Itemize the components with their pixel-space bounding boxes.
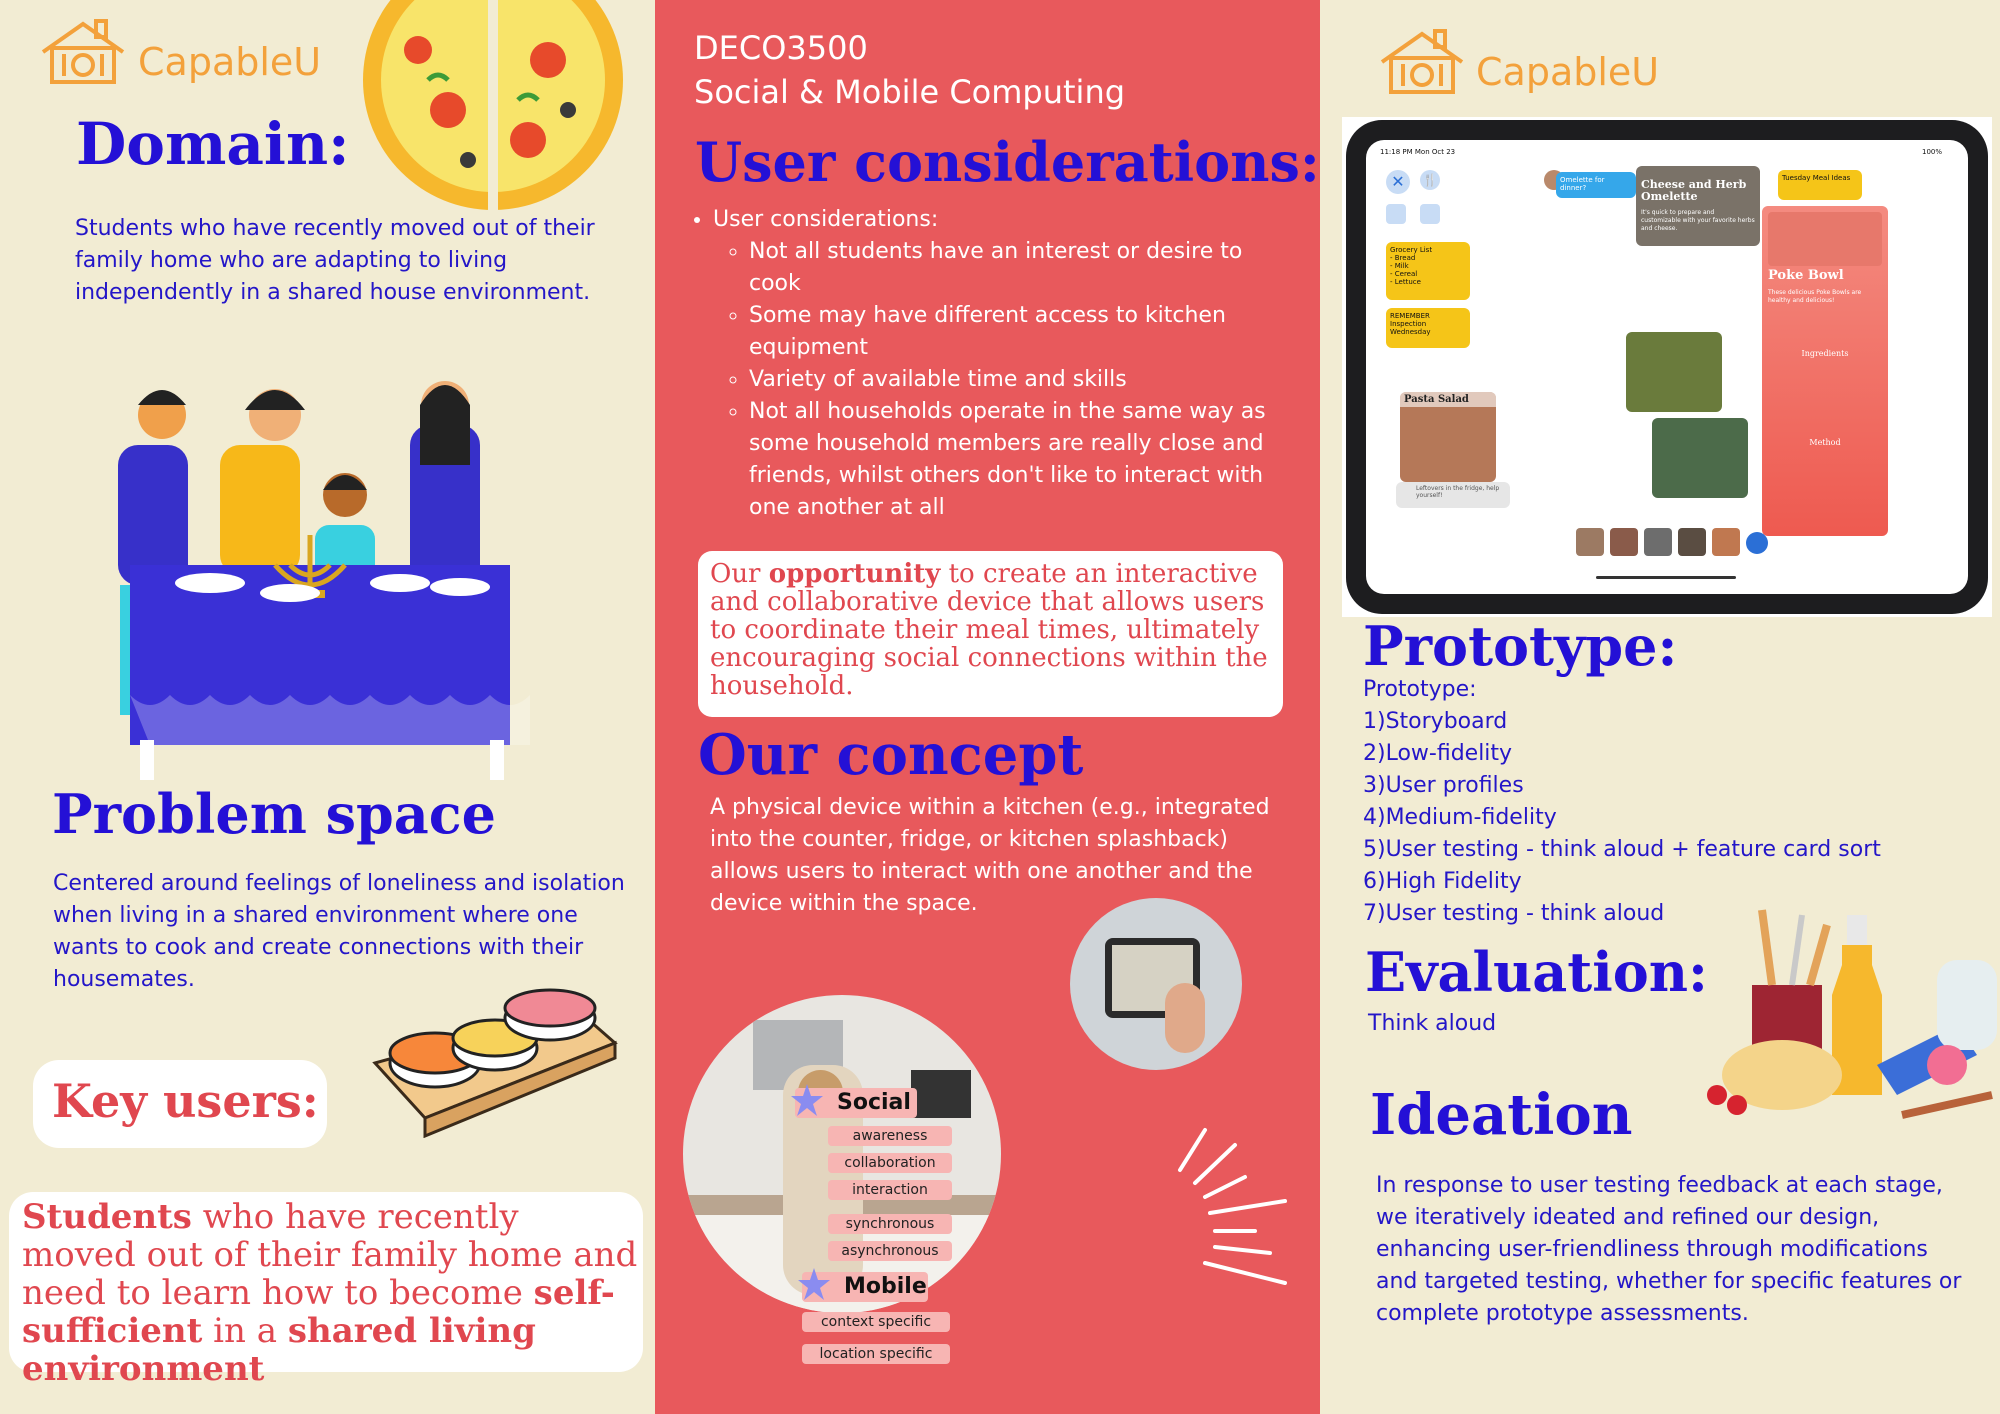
opportunity-keyword: opportunity (768, 559, 941, 589)
concept-heading: Our concept (698, 722, 1084, 788)
ideation-text: In response to user testing feedback at … (1376, 1173, 1962, 1326)
avatar[interactable] (1610, 528, 1638, 556)
omelette-text: It's quick to prepare and customizable w… (1641, 209, 1755, 232)
prototype-heading: Prototype: (1363, 614, 1678, 678)
ingredients-list (1768, 358, 1882, 438)
consideration-item: Not all households operate in the same w… (749, 396, 1285, 524)
left-panel: CapableU Domain: Students who have recen… (0, 0, 655, 1414)
reminder-note[interactable]: REMEMBER Inspection Wednesday (1386, 308, 1470, 348)
key-users-text: Students who have recently moved out of … (22, 1198, 642, 1388)
problem-heading: Problem space (52, 782, 497, 846)
family-dinner-illustration (100, 365, 560, 785)
evaluation-text: Think aloud (1368, 1011, 1497, 1036)
status-battery: 100% (1921, 148, 1942, 156)
prototype-step: 3)User profiles (1363, 773, 1524, 798)
grocery-note[interactable]: Grocery List - Bread - Milk - Cereal - L… (1386, 242, 1470, 300)
logo-text: CapableU (1476, 50, 1660, 94)
close-icon[interactable]: ✕ (1386, 170, 1410, 194)
tuesday-note[interactable]: Tuesday Meal Ideas (1778, 170, 1862, 200)
ideation-heading: Ideation (1370, 1082, 1633, 1148)
avatar[interactable] (1712, 528, 1740, 556)
user-considerations-bullet: User considerations: Not all students ha… (713, 204, 1285, 524)
consideration-item: Some may have different access to kitche… (749, 300, 1285, 364)
leftovers-note[interactable]: Leftovers in the fridge, help yourself! (1396, 482, 1510, 508)
domain-text: Students who have recently moved out of … (75, 216, 595, 305)
prototype-steps: 1)Storyboard 2)Low-fidelity 3)User profi… (1363, 706, 1923, 930)
burst-lines-icon (1175, 1125, 1305, 1285)
pasta-salad-card[interactable]: Pasta Salad (1400, 392, 1496, 482)
course-name: Social & Mobile Computing (694, 73, 1126, 111)
key-users-text-2: in a (202, 1311, 288, 1351)
kitchen-utensils-illustration (1692, 905, 2000, 1135)
tablet-screen: 11:18 PM Mon Oct 23 100% ✕ 🍴 Grocery Lis… (1366, 140, 1968, 594)
user-considerations-heading: User considerations: (695, 130, 1320, 194)
tag-awareness: awareness (828, 1126, 952, 1146)
right-panel: CapableU 11:18 PM Mon Oct 23 100% ✕ 🍴 Gr… (1320, 0, 2000, 1414)
tag-synchronous: synchronous (828, 1214, 952, 1234)
tag-location-specific: location specific (802, 1344, 950, 1364)
prototype-intro: Prototype: (1363, 677, 1477, 702)
fridge-tablet-photo (1070, 898, 1242, 1070)
prototype-step: 5)User testing - think aloud + feature c… (1363, 837, 1881, 862)
home-indicator (1596, 576, 1736, 579)
poke-title: Poke Bowl (1768, 268, 1844, 283)
poke-text: These delicious Poke Bowls are healthy a… (1768, 289, 1862, 304)
opportunity-text: Our opportunity to create an interactive… (710, 559, 1268, 701)
tag-collaboration: collaboration (828, 1153, 952, 1173)
consideration-item: Variety of available time and skills (749, 364, 1285, 396)
photo-icon[interactable] (1386, 204, 1406, 224)
prototype-step: 1)Storyboard (1363, 709, 1508, 734)
add-user-icon[interactable] (1746, 532, 1768, 554)
status-time: 11:18 PM Mon Oct 23 (1380, 148, 1456, 156)
star-icon (789, 1082, 825, 1118)
avatar[interactable] (1644, 528, 1672, 556)
note-icon[interactable] (1420, 204, 1440, 224)
recipes-icon[interactable]: 🍴 (1420, 170, 1440, 190)
concept-text: A physical device within a kitchen (e.g.… (710, 795, 1270, 916)
chat-bubble[interactable]: Omelette for dinner? (1556, 172, 1636, 198)
prototype-step: 6)High Fidelity (1363, 869, 1522, 894)
pizza-illustration (358, 0, 628, 210)
tag-asynchronous: asynchronous (828, 1241, 952, 1261)
omelette-title: Cheese and Herb Omelette (1641, 178, 1747, 203)
omelette-card[interactable]: Cheese and Herb Omelette It's quick to p… (1636, 166, 1760, 246)
pasta-title: Pasta Salad (1400, 392, 1496, 407)
prototype-step: 2)Low-fidelity (1363, 741, 1513, 766)
poke-bowl-card[interactable]: Poke Bowl These delicious Poke Bowls are… (1762, 206, 1888, 536)
key-users-heading: Key users: (52, 1074, 319, 1128)
avatar[interactable] (1678, 528, 1706, 556)
tag-interaction: interaction (828, 1180, 952, 1200)
tag-context-specific: context specific (802, 1312, 950, 1332)
method-title: Method (1809, 438, 1841, 447)
poke-bowl-photo (1768, 212, 1882, 266)
domain-heading: Domain: (76, 110, 350, 178)
sushi-illustration (365, 968, 620, 1139)
ingredients-title: Ingredients (1801, 349, 1849, 358)
user-considerations-list: User considerations: Not all students ha… (685, 204, 1285, 524)
prototype-step: 4)Medium-fidelity (1363, 805, 1557, 830)
middle-panel: DECO3500 Social & Mobile Computing User … (655, 0, 1320, 1414)
avatar[interactable] (1576, 528, 1604, 556)
house-logo-icon (1377, 28, 1467, 98)
evaluation-heading: Evaluation: (1365, 940, 1708, 1004)
tacos-photo[interactable] (1626, 332, 1722, 412)
consideration-item: Not all students have an interest or des… (749, 236, 1285, 300)
star-icon (796, 1266, 832, 1302)
key-users-students: Students (22, 1197, 192, 1237)
logo-text: CapableU (138, 40, 322, 84)
salad-photo[interactable] (1652, 418, 1748, 498)
house-logo-icon (38, 18, 128, 88)
course-code: DECO3500 (694, 29, 868, 67)
